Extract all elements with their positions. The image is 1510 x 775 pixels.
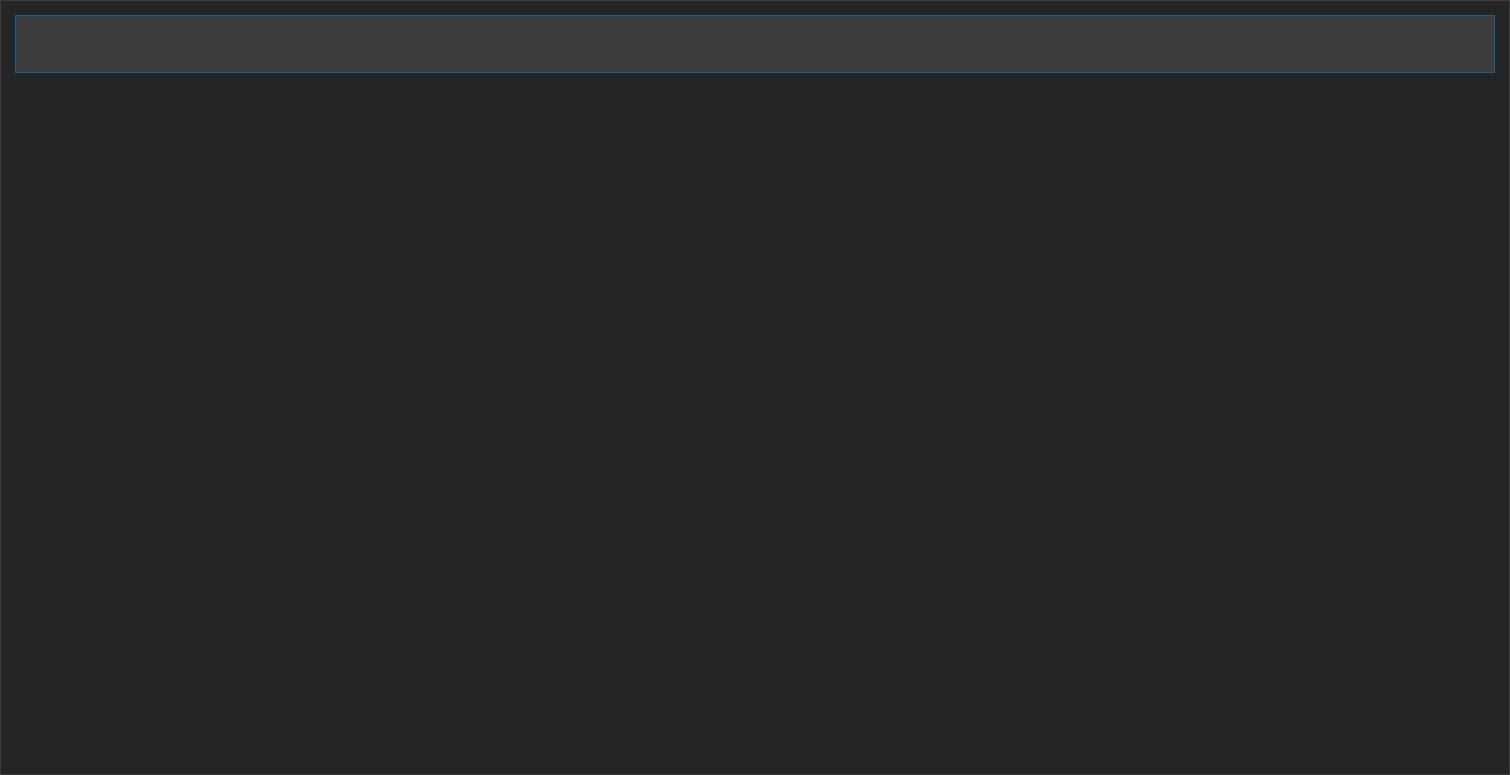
kernel-picker-panel [0,0,1510,775]
search-input-container [1,1,1509,85]
search-input[interactable] [15,15,1495,73]
